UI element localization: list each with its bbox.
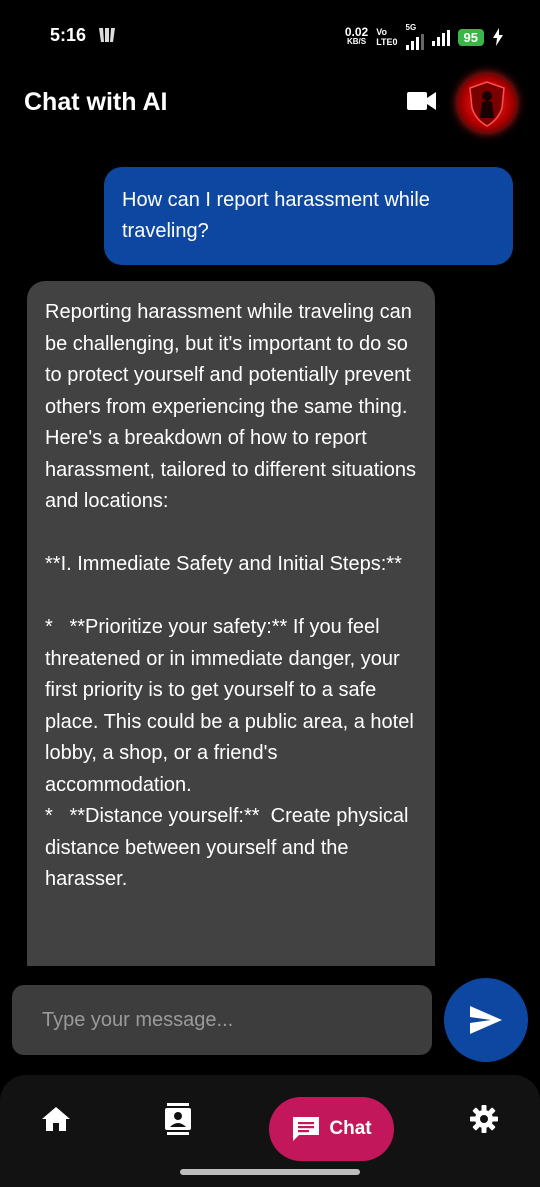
message-composer: [12, 985, 432, 1055]
ai-message-bubble: Reporting harassment while traveling can…: [27, 281, 435, 966]
nav-home[interactable]: [36, 1099, 76, 1139]
signal-icon: [405, 32, 424, 50]
volte-indicator: Vo LTE0: [376, 27, 397, 47]
volte-bottom: LTE0: [376, 37, 398, 47]
contacts-icon: [165, 1103, 191, 1135]
user-message-bubble: How can I report harassment while travel…: [104, 167, 513, 265]
gear-icon: [470, 1105, 498, 1133]
bottom-nav: Chat: [0, 1075, 540, 1187]
network-type: 5G: [405, 23, 417, 32]
signal-icon-2: [431, 28, 450, 46]
send-icon: [470, 1006, 502, 1034]
message-input[interactable]: [12, 985, 432, 1055]
battery-badge: 95: [457, 28, 484, 46]
app-notification-icon: [99, 28, 115, 42]
signal-5g: 5G: [405, 23, 424, 50]
nav-contacts[interactable]: [158, 1099, 198, 1139]
video-call-icon[interactable]: [407, 90, 437, 112]
status-bar: 5:16 0.02 KB/S Vo LTE0 5G 95: [0, 0, 540, 72]
charging-icon: [493, 28, 503, 46]
status-indicators: 0.02 KB/S Vo LTE0 5G 95: [345, 24, 504, 50]
home-indicator[interactable]: [180, 1169, 360, 1175]
chat-icon: [293, 1117, 320, 1141]
send-button[interactable]: [444, 978, 528, 1062]
avatar[interactable]: [458, 74, 516, 132]
net-speed: 0.02 KB/S: [344, 25, 369, 47]
home-icon: [42, 1107, 70, 1131]
shield-logo-icon: [469, 81, 505, 127]
net-speed-unit: KB/S: [346, 37, 367, 46]
volte-top: Vo: [376, 27, 388, 37]
nav-chat[interactable]: Chat: [269, 1097, 394, 1161]
page-title: Chat with AI: [24, 88, 168, 116]
nav-settings[interactable]: [464, 1099, 504, 1139]
ai-message-text: Reporting harassment while traveling can…: [45, 301, 416, 890]
net-speed-value: 0.02: [344, 25, 369, 39]
nav-chat-label: Chat: [329, 1118, 372, 1139]
status-time: 5:16: [50, 25, 87, 45]
